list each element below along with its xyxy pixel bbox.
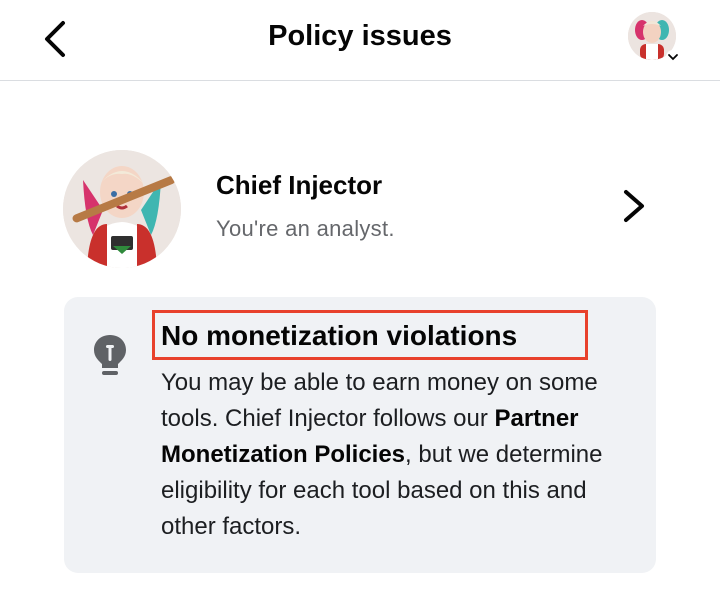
- profile-avatar: [63, 150, 181, 268]
- lightbulb-icon: [94, 335, 126, 375]
- chevron-right-icon: [624, 190, 644, 222]
- notice-heading: No monetization violations: [161, 320, 518, 351]
- monetization-notice-card: No monetization violations You may be ab…: [64, 297, 656, 573]
- page-title: Policy issues: [268, 20, 452, 52]
- profile-role: You're an analyst.: [216, 216, 395, 241]
- account-switcher[interactable]: [628, 12, 682, 66]
- notice-body: You may be able to earn money on some to…: [161, 365, 631, 545]
- profile-name: Chief Injector: [216, 170, 383, 200]
- top-bar: Policy issues: [0, 0, 720, 81]
- profile-row[interactable]: Chief Injector You're an analyst.: [0, 130, 720, 280]
- chevron-down-icon: [666, 50, 680, 64]
